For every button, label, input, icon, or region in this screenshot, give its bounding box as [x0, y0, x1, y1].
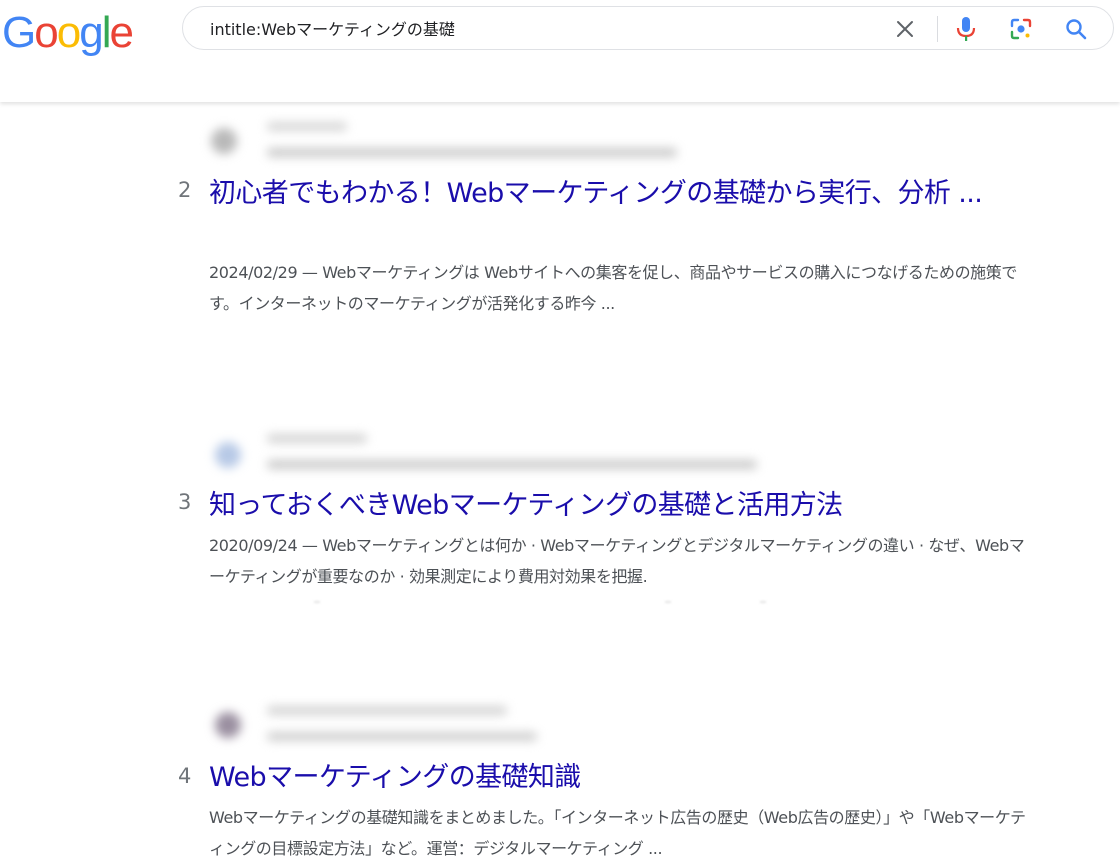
result-rank: 2 [178, 178, 192, 202]
microphone-icon [956, 17, 976, 41]
blurred-site-info [205, 428, 765, 480]
result-snippet: Webマーケティングの基礎知識をまとめました。「インターネット広告の歴史（Web… [209, 808, 1026, 858]
lens-search-button[interactable] [1005, 13, 1037, 45]
search-box[interactable] [182, 6, 1114, 50]
search-header: Google [0, 0, 1120, 102]
search-icon [1066, 19, 1087, 40]
blurred-site-info [205, 700, 565, 752]
result-title-link[interactable]: 初心者でもわかる！Webマーケティングの基礎から実行、分析 ... [209, 174, 1029, 214]
search-input[interactable] [210, 15, 850, 41]
camera-lens-icon [1010, 18, 1032, 40]
result-snippet: 2020/09/24 — Webマーケティングとは何か · Webマーケティング… [209, 536, 1025, 586]
close-icon [897, 21, 913, 37]
result-rank: 4 [178, 764, 192, 788]
result-title-link[interactable]: 知っておくべきWebマーケティングの基礎と活用方法 [209, 486, 1029, 526]
search-button[interactable] [1060, 13, 1092, 45]
faint-separator [314, 601, 766, 603]
blurred-site-info [205, 110, 705, 170]
voice-search-button[interactable] [950, 13, 982, 45]
search-divider [937, 16, 938, 42]
clear-search-button[interactable] [889, 13, 921, 45]
result-rank: 3 [178, 490, 192, 514]
google-logo[interactable]: Google [2, 6, 134, 60]
result-title-link[interactable]: Webマーケティングの基礎知識 [209, 758, 1029, 798]
result-snippet: 2024/02/29 — Webマーケティングは Webサイトへの集客を促し、商… [209, 263, 1017, 313]
